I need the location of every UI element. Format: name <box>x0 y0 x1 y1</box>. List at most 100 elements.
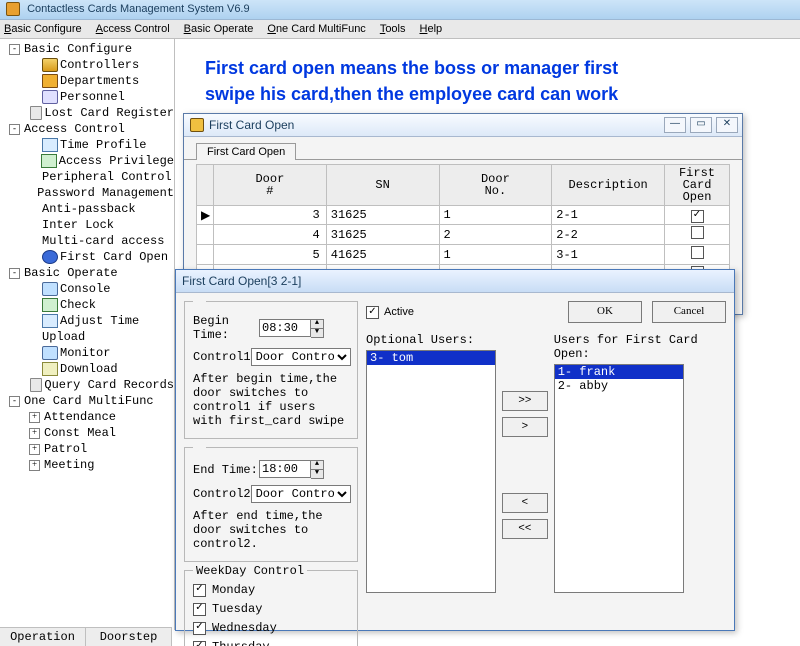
tree-item[interactable]: Check <box>2 297 174 313</box>
tree-toggle[interactable]: + <box>29 412 40 423</box>
tree-toggle[interactable]: + <box>29 444 40 455</box>
first-card-open-detail-window: First Card Open[3 2-1] Begin Time: ▲▼ Co… <box>175 269 735 631</box>
tree-item[interactable]: Inter Lock <box>2 217 174 233</box>
tree-item[interactable]: Peripheral Control <box>2 169 174 185</box>
begin-time-input[interactable] <box>259 319 311 337</box>
tree-icon <box>42 90 58 104</box>
minimize-button[interactable]: — <box>664 117 686 133</box>
tree-label: Departments <box>60 73 139 89</box>
tree-label: Password Management <box>37 185 174 201</box>
menu-item[interactable]: Help <box>420 20 443 38</box>
tree-item[interactable]: Controllers <box>2 57 174 73</box>
window-title: First Card Open <box>209 114 294 136</box>
tree-item[interactable]: Query Card Records <box>2 377 174 393</box>
optional-users-list[interactable]: 3- tom <box>366 350 496 593</box>
first-card-checkbox[interactable]: ✓ <box>691 210 704 223</box>
move-right-button[interactable]: > <box>502 417 548 437</box>
ok-button[interactable]: OK <box>568 301 642 323</box>
list-item[interactable]: 1- frank <box>555 365 683 379</box>
tab-doorstep[interactable]: Doorstep <box>86 628 172 646</box>
end-time-input[interactable] <box>259 460 311 478</box>
tree-item[interactable]: +Patrol <box>2 441 174 457</box>
move-all-left-button[interactable]: << <box>502 519 548 539</box>
active-checkbox[interactable]: ✓ <box>366 306 379 319</box>
weekday-label: Tuesday <box>212 602 262 616</box>
table-row[interactable]: 43162522-2 <box>197 225 730 245</box>
tree-item[interactable]: Multi-card access <box>2 233 174 249</box>
tree-item[interactable]: Password Management <box>2 185 174 201</box>
spin-down-icon[interactable]: ▼ <box>311 329 323 337</box>
menu-item[interactable]: One Card MultiFunc <box>267 20 365 38</box>
weekday-checkbox[interactable]: ✓ <box>193 622 206 635</box>
menu-item[interactable]: Access Control <box>96 20 170 38</box>
tree-label: Personnel <box>60 89 125 105</box>
tree-item[interactable]: Lost Card Register <box>2 105 174 121</box>
cancel-button[interactable]: Cancel <box>652 301 726 323</box>
weekday-checkbox[interactable]: ✓ <box>193 603 206 616</box>
window-titlebar[interactable]: First Card Open[3 2-1] <box>176 270 734 293</box>
tree-item[interactable]: Monitor <box>2 345 174 361</box>
tree-icon <box>42 362 58 376</box>
menu-item[interactable]: Basic Operate <box>184 20 254 38</box>
tree-item[interactable]: Upload <box>2 329 174 345</box>
tab-operation[interactable]: Operation <box>0 628 86 646</box>
tree-label: Upload <box>42 329 85 345</box>
tree-icon <box>42 74 58 88</box>
tree-item[interactable]: Personnel <box>2 89 174 105</box>
tree-item[interactable]: +Attendance <box>2 409 174 425</box>
menu-item[interactable]: Tools <box>380 20 406 38</box>
tree-item[interactable]: -Basic Configure <box>2 41 174 57</box>
tree-item[interactable]: Anti-passback <box>2 201 174 217</box>
tree-item[interactable]: First Card Open <box>2 249 174 265</box>
move-all-right-button[interactable]: >> <box>502 391 548 411</box>
close-button[interactable]: ✕ <box>716 117 738 133</box>
tree-item[interactable]: +Const Meal <box>2 425 174 441</box>
fco-users-list[interactable]: 1- frank2- abby <box>554 364 684 593</box>
tree-item[interactable]: -Basic Operate <box>2 265 174 281</box>
tree-toggle[interactable]: - <box>9 396 20 407</box>
tree-item[interactable]: Departments <box>2 73 174 89</box>
tree-label: Access Control <box>24 121 125 137</box>
tree-item[interactable]: -Access Control <box>2 121 174 137</box>
tree-label: Monitor <box>60 345 110 361</box>
tree-item[interactable]: Time Profile <box>2 137 174 153</box>
weekday-checkbox[interactable]: ✓ <box>193 641 206 646</box>
tree-label: Meeting <box>44 457 94 473</box>
tree-item[interactable]: Download <box>2 361 174 377</box>
tree-item[interactable]: Access Privilege <box>2 153 174 169</box>
table-row[interactable]: ▶33162512-1✓ <box>197 206 730 225</box>
tree-icon <box>42 298 58 312</box>
first-card-checkbox[interactable] <box>691 226 704 239</box>
tree-toggle[interactable]: + <box>29 460 40 471</box>
table-row[interactable]: 54162513-1 <box>197 245 730 265</box>
tree-item[interactable]: -One Card MultiFunc <box>2 393 174 409</box>
window-titlebar[interactable]: First Card Open — ▭ ✕ <box>184 114 742 137</box>
tree-toggle[interactable]: - <box>9 44 20 55</box>
weekday-label: Wednesday <box>212 621 277 635</box>
first-card-checkbox[interactable] <box>691 246 704 259</box>
weekday-checkbox[interactable]: ✓ <box>193 584 206 597</box>
tree-toggle[interactable]: - <box>9 124 20 135</box>
tree-toggle[interactable]: + <box>29 428 40 439</box>
control1-select[interactable]: Door Controlled <box>251 348 351 366</box>
menu-item[interactable]: Basic Configure <box>4 20 82 38</box>
tree-toggle[interactable]: - <box>9 268 20 279</box>
tree-label: Anti-passback <box>42 201 136 217</box>
tree-label: Console <box>60 281 110 297</box>
tree-item[interactable]: Console <box>2 281 174 297</box>
end-time-label: End Time: <box>193 463 259 477</box>
maximize-button[interactable]: ▭ <box>690 117 712 133</box>
move-left-button[interactable]: < <box>502 493 548 513</box>
window-title: First Card Open[3 2-1] <box>182 270 301 292</box>
control2-select[interactable]: Door Controlled <box>251 485 351 503</box>
tab-first-card-open[interactable]: First Card Open <box>196 143 296 160</box>
list-item[interactable]: 2- abby <box>555 379 683 393</box>
tree-label: Peripheral Control <box>42 169 172 185</box>
weekday-row: ✓ Wednesday <box>193 621 349 635</box>
tree-item[interactable]: Adjust Time <box>2 313 174 329</box>
tree-item[interactable]: + Meeting <box>2 457 174 473</box>
list-item[interactable]: 3- tom <box>367 351 495 365</box>
tree-label: First Card Open <box>60 249 168 265</box>
begin-time-label: Begin Time: <box>193 314 259 342</box>
spin-down-icon[interactable]: ▼ <box>311 470 323 478</box>
